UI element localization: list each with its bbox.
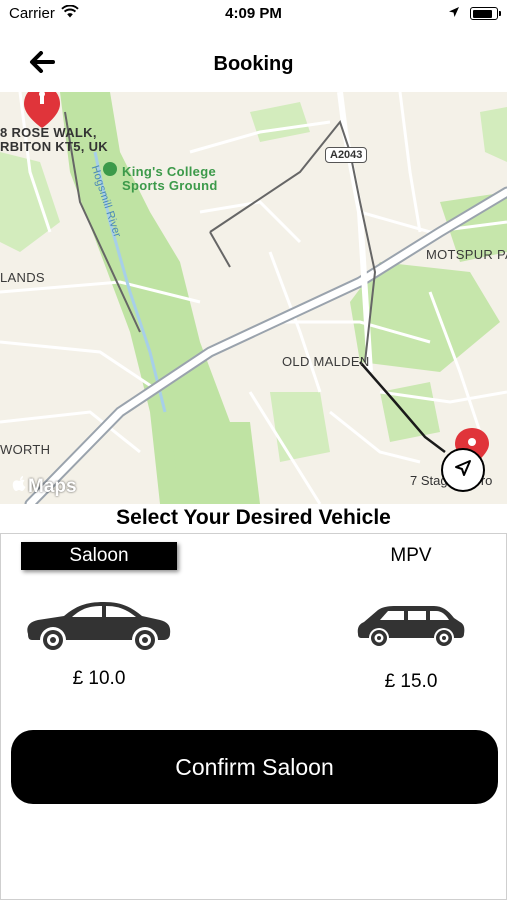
map-label-origin-line2: RBITON KT5, UK <box>0 139 108 154</box>
select-vehicle-heading: Select Your Desired Vehicle <box>116 506 391 529</box>
battery-icon <box>470 7 501 20</box>
status-bar: Carrier 4:09 PM <box>0 0 507 30</box>
status-right-group <box>448 5 501 22</box>
navigation-arrow-icon <box>453 458 473 483</box>
location-arrow-icon <box>448 5 460 22</box>
route-map[interactable]: 8 ROSE WALK, RBITON KT5, UK King's Colle… <box>0 92 507 504</box>
vehicle-name-saloon: Saloon <box>21 542 177 570</box>
maps-brand-label: Maps <box>28 476 77 497</box>
vehicle-option-mpv[interactable]: MPV £ 15.0 <box>326 542 496 692</box>
status-time: 4:09 PM <box>225 5 282 22</box>
confirm-vehicle-button[interactable]: Confirm Saloon <box>11 730 498 804</box>
map-label-area-bottom-left: WORTH <box>0 442 51 457</box>
nav-bar: Booking <box>0 30 507 92</box>
vehicle-price-saloon: £ 10.0 <box>72 668 126 689</box>
saloon-car-icon <box>24 598 172 655</box>
maps-brand: Maps <box>12 476 77 498</box>
road-shield: A2043 <box>325 147 368 163</box>
map-label-park-line1: King's College <box>122 164 216 179</box>
park-marker-icon <box>103 162 117 176</box>
map-label-old-malden: OLD MALDEN <box>282 354 370 369</box>
locate-me-button[interactable] <box>441 448 485 492</box>
map-label-area-left: LANDS <box>0 270 45 285</box>
map-label-area-right: MOTSPUR PA <box>426 247 507 262</box>
origin-pin-icon <box>24 92 60 128</box>
mpv-car-icon <box>356 604 466 651</box>
map-label-origin-line1: 8 ROSE WALK, <box>0 125 97 140</box>
vehicle-price-mpv: £ 15.0 <box>384 671 438 692</box>
vehicle-option-saloon[interactable]: Saloon £ 10.0 <box>19 542 189 692</box>
vehicle-panel: Saloon £ 10.0 MPV £ 15.0 Confirm Saloon <box>0 533 507 900</box>
page-title: Booking <box>213 53 294 75</box>
map-label-park-line2: Sports Ground <box>122 178 218 193</box>
apple-logo-icon <box>12 476 26 498</box>
vehicle-name-mpv: MPV <box>390 545 432 566</box>
